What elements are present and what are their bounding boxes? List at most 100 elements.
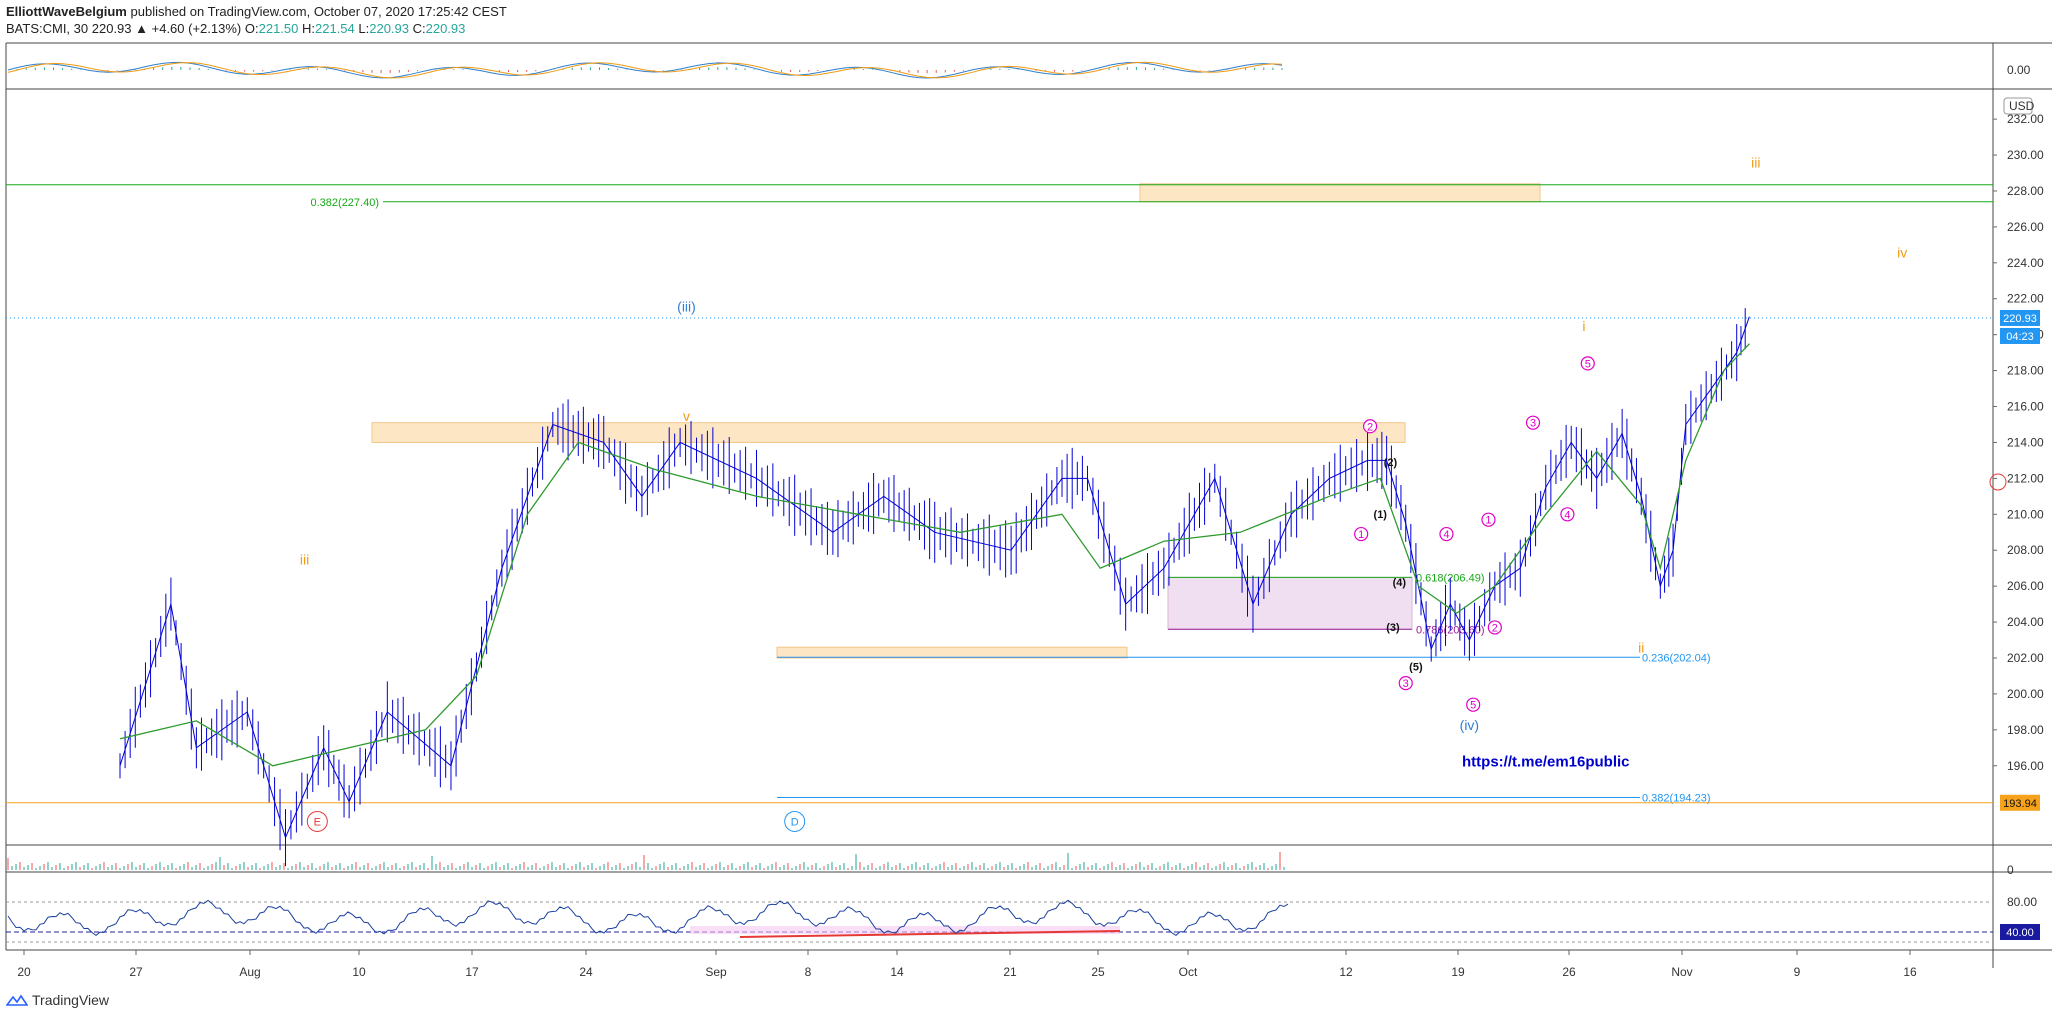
tag-label: 193.94 — [2003, 798, 2037, 810]
x-tick-label: 10 — [352, 965, 366, 979]
zone-rect-2 — [776, 646, 1128, 659]
wave-label-orange: i — [1582, 318, 1585, 334]
y-tick-label: 230.00 — [2007, 148, 2044, 162]
top-oscillator — [7, 61, 1283, 79]
wave-circle-label: 4 — [1443, 529, 1449, 541]
wave-circle-label: 5 — [1585, 358, 1591, 370]
x-tick-label: 25 — [1091, 965, 1105, 979]
wave-label-orange: iii — [300, 552, 309, 568]
volume-pane — [7, 852, 1285, 870]
x-tick-label: 26 — [1562, 965, 1576, 979]
x-tick-label: Aug — [239, 965, 260, 979]
wave-label-magenta: 5 — [1466, 697, 1481, 712]
wave-label-magenta: 2 — [1362, 419, 1378, 434]
x-tick-label: 19 — [1451, 965, 1465, 979]
y-tick-label: 210.00 — [2007, 507, 2044, 521]
x-tick-label: 27 — [129, 965, 143, 979]
wave-label-magenta: 4 — [1560, 507, 1575, 522]
y-tick-label: 228.00 — [2007, 184, 2044, 198]
y-tick-label: 216.00 — [2007, 400, 2044, 414]
wave-label-magenta: 5 — [1580, 356, 1595, 371]
wave-label-magenta: 1 — [1481, 512, 1496, 527]
wave-label-blue: (iii) — [677, 298, 696, 314]
x-axis-ticks: 20 27 Aug 10 17 24 Sep 8 14 21 25 Oct 12 19 26 Nov 9 16 — [17, 950, 1917, 979]
wave-label-black: (4) — [1393, 577, 1407, 589]
y-tick-label: 202.00 — [2007, 651, 2044, 665]
y-tick-label: 224.00 — [2007, 256, 2044, 270]
wave-label-magenta: 2 — [1487, 620, 1502, 635]
countdown-tag: 04:23 — [2000, 327, 2040, 344]
zone-rect-3 — [1167, 576, 1413, 630]
tag-label: 40.00 — [2006, 927, 2034, 939]
y-tick-label: 198.00 — [2007, 723, 2044, 737]
y-tick-label: 206.00 — [2007, 579, 2044, 593]
y-tick-label: 218.00 — [2007, 364, 2044, 378]
fib-label-0: 0.382(227.40) — [311, 197, 380, 209]
telegram-link: https://t.me/em16public — [1462, 754, 1630, 771]
wave-circle-label: 2 — [1492, 622, 1498, 634]
zone-rect-1 — [1139, 183, 1541, 203]
fib-label-3: 0.236(202.04) — [1642, 652, 1711, 664]
wave-label-black: (2) — [1384, 457, 1398, 469]
footer-brand: TradingView — [6, 992, 109, 1008]
x-tick-label: 20 — [17, 965, 31, 979]
y-tick-label: 214.00 — [2007, 435, 2044, 449]
x-tick-label: 17 — [465, 965, 479, 979]
x-tick-label: 12 — [1339, 965, 1353, 979]
y-tick-label: 226.00 — [2007, 220, 2044, 234]
y-tick-label: 196.00 — [2007, 759, 2044, 773]
wave-circle-label: 5 — [1470, 700, 1476, 712]
y-tick-label: 208.00 — [2007, 543, 2044, 557]
x-tick-label: Nov — [1671, 965, 1692, 979]
wave-circle-label: 2 — [1367, 421, 1373, 433]
x-tick-label: Sep — [705, 965, 727, 979]
chart-canvas[interactable]: 232.00230.00228.00226.00224.00222.00220.… — [0, 0, 2052, 1020]
tradingview-logo-icon — [6, 994, 28, 1006]
brand-label[interactable]: TradingView — [32, 992, 109, 1008]
osc-axis-label: 0.00 — [2007, 63, 2031, 77]
y-tick-label: 222.00 — [2007, 292, 2044, 306]
x-tick-label: 9 — [1794, 965, 1801, 979]
wave-circle-label: 1 — [1485, 515, 1491, 527]
x-tick-label: 24 — [579, 965, 593, 979]
wave-label-orange: iii — [1751, 155, 1760, 171]
rsi-pane — [6, 899, 1993, 943]
wave-label-magenta: 1 — [1354, 526, 1369, 542]
wave-label-black: (1) — [1374, 509, 1388, 521]
volume-axis-label: 0 — [2007, 863, 2014, 877]
y-axis-ticks: 232.00230.00228.00226.00224.00222.00220.… — [1993, 112, 2044, 773]
y-tick-label: 204.00 — [2007, 615, 2044, 629]
letter-circle-label: D — [791, 816, 799, 828]
x-tick-label: 14 — [890, 965, 904, 979]
x-tick-label: 16 — [1903, 965, 1917, 979]
x-tick-label: 21 — [1003, 965, 1017, 979]
rsi-value-tag: 40.00 — [2000, 924, 2040, 940]
wave-label-orange: v — [683, 408, 690, 424]
currency-badge: USD — [2003, 97, 2035, 115]
wave-label-orange: iv — [1897, 244, 1907, 260]
wave-label-black: (5) — [1409, 662, 1423, 674]
wave-label-black: (3) — [1386, 622, 1400, 634]
price-series — [119, 308, 1750, 867]
wave-label-letter: E — [306, 810, 328, 832]
currency-label: USD — [2009, 99, 2035, 113]
x-tick-label: Oct — [1179, 965, 1198, 979]
wave-circle-label: 3 — [1530, 418, 1536, 430]
zone-rect-0 — [371, 422, 1406, 443]
x-tick-label: 8 — [805, 965, 812, 979]
y-tick-label: 212.00 — [2007, 471, 2044, 485]
wave-circle-label: 3 — [1403, 678, 1409, 690]
edge-circle-marker — [1989, 473, 2007, 491]
y-tick-label: 200.00 — [2007, 687, 2044, 701]
rsi-axis-label: 80.00 — [2007, 895, 2037, 909]
last-price-tag: 220.93 — [2000, 309, 2040, 326]
tag-label: 04:23 — [2006, 331, 2034, 343]
wave-label-magenta: 3 — [1398, 676, 1413, 691]
wave-label-blue: (iv) — [1460, 717, 1479, 733]
tag-label: 220.93 — [2003, 313, 2037, 325]
wave-circle-label: 4 — [1564, 509, 1570, 521]
wave-label-magenta: 4 — [1439, 526, 1454, 542]
wave-label-magenta: 3 — [1525, 415, 1541, 430]
letter-circle-label: E — [314, 816, 321, 828]
wave-label-orange: ii — [1638, 640, 1644, 656]
